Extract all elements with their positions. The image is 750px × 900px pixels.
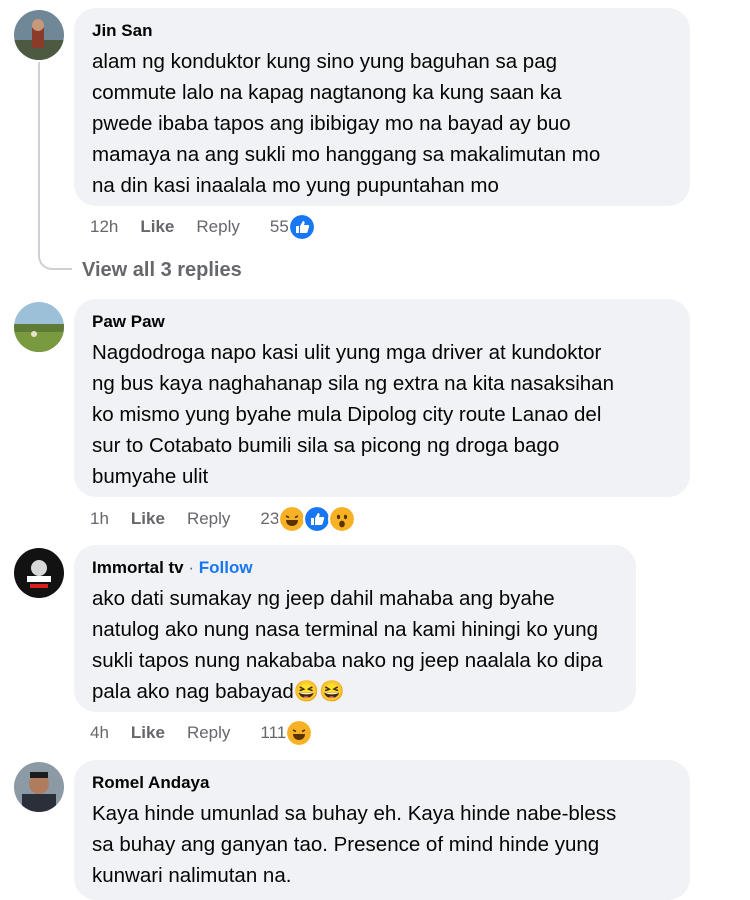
haha-reaction-icon: [278, 505, 307, 533]
comment-time[interactable]: 4h: [90, 723, 109, 743]
comment-author[interactable]: Immortal tv · Follow: [92, 557, 618, 579]
like-button[interactable]: Like: [131, 723, 165, 743]
avatar[interactable]: [14, 10, 64, 60]
follow-button[interactable]: Follow: [199, 558, 253, 577]
comment-author[interactable]: Jin San: [92, 20, 672, 42]
reaction-count[interactable]: 111: [260, 723, 286, 743]
thread-line: [38, 62, 40, 252]
comment-bubble: Romel Andaya Kaya hinde umunlad sa buhay…: [74, 760, 690, 900]
view-all-replies-link[interactable]: View all 3 replies: [82, 259, 242, 282]
reply-button[interactable]: Reply: [187, 723, 230, 743]
comment-time[interactable]: 1h: [90, 509, 109, 529]
comment-actions: 1h Like Reply 23: [90, 504, 357, 534]
comment-text: ako dati sumakay ng jeep dahil mahaba an…: [92, 587, 603, 703]
comment-actions: 4h Like Reply 111: [90, 718, 314, 748]
thread-elbow: [38, 250, 72, 270]
wow-reaction-icon: [328, 505, 357, 533]
avatar[interactable]: [14, 302, 64, 352]
avatar[interactable]: [14, 548, 64, 598]
like-reaction-icon: [303, 505, 332, 533]
like-button[interactable]: Like: [140, 217, 174, 237]
like-button[interactable]: Like: [131, 509, 165, 529]
haha-reaction-icon: [285, 719, 314, 747]
comment-author[interactable]: Paw Paw: [92, 311, 672, 333]
comment-bubble: Paw Paw Nagdodroga napo kasi ulit yung m…: [74, 299, 690, 497]
comment-actions: 12h Like Reply 55: [90, 212, 316, 242]
comment-text: Kaya hinde umunlad sa buhay eh. Kaya hin…: [92, 802, 617, 887]
comment-time[interactable]: 12h: [90, 217, 118, 237]
like-reaction-icon: [287, 213, 316, 241]
reply-button[interactable]: Reply: [187, 509, 230, 529]
avatar[interactable]: [14, 762, 64, 812]
comment-author[interactable]: Romel Andaya: [92, 772, 672, 794]
comment-author-name[interactable]: Immortal tv: [92, 558, 184, 577]
author-separator: ·: [188, 558, 195, 577]
comment-bubble: Immortal tv · Follow ako dati sumakay ng…: [74, 545, 636, 712]
reaction-count[interactable]: 23: [260, 509, 279, 529]
comment-text: Nagdodroga napo kasi ulit yung mga drive…: [92, 341, 614, 488]
comment-text: alam ng konduktor kung sino yung baguhan…: [92, 50, 601, 197]
reaction-count[interactable]: 55: [270, 217, 289, 237]
reply-button[interactable]: Reply: [196, 217, 239, 237]
comment-bubble: Jin San alam ng konduktor kung sino yung…: [74, 8, 690, 206]
